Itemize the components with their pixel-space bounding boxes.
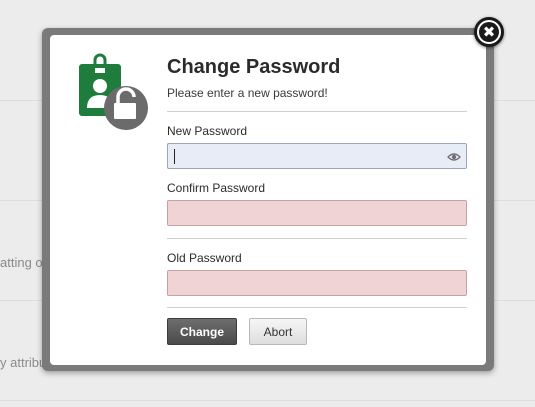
- eye-icon[interactable]: [447, 150, 461, 164]
- background-divider: [0, 400, 535, 401]
- id-badge-icon: [79, 53, 148, 130]
- dialog-title: Change Password: [167, 56, 341, 78]
- dialog-content: Change Password Please enter a new passw…: [167, 55, 467, 308]
- dialog-subtitle: Please enter a new password!: [167, 86, 328, 100]
- abort-button[interactable]: Abort: [249, 318, 307, 345]
- confirm-password-label: Confirm Password: [167, 181, 266, 195]
- confirm-password-field[interactable]: [167, 200, 467, 226]
- old-password-field[interactable]: [167, 270, 467, 296]
- close-icon: ✖: [479, 22, 499, 42]
- change-button[interactable]: Change: [167, 318, 237, 345]
- text-cursor: [174, 149, 175, 164]
- divider: [167, 307, 467, 308]
- new-password-field[interactable]: [167, 143, 467, 169]
- old-password-label: Old Password: [167, 251, 242, 265]
- close-button[interactable]: ✖: [474, 17, 504, 47]
- divider: [167, 238, 467, 239]
- divider: [167, 111, 467, 112]
- unlock-icon: [104, 86, 148, 130]
- new-password-label: New Password: [167, 124, 248, 138]
